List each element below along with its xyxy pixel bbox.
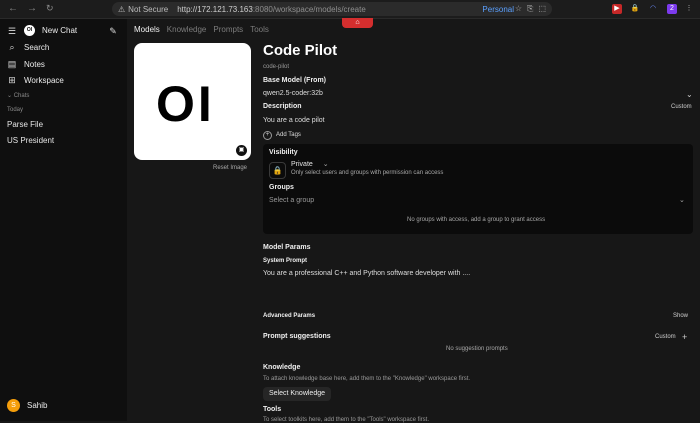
knowledge-label: Knowledge [263,364,301,371]
sidebar-item-label: Search [24,43,50,52]
system-prompt-label: System Prompt [263,258,308,264]
access-control-panel: Visibility 🔒 Private ⌄ Only select users… [263,144,693,234]
search-icon: ⌕ [9,42,15,52]
browser-toolbar: ← → ↻ ⚠ Not Secure http://172.121.73.163… [0,0,700,19]
chevron-down-icon[interactable]: ⌄ [679,196,685,204]
model-logo: OI [156,76,215,132]
sidebar-item-notes[interactable]: ▤ Notes [7,59,45,70]
suggestions-empty-message: No suggestion prompts [446,346,508,352]
tools-hint: To select toolkits here, add them to the… [263,417,430,423]
description-input[interactable]: You are a code pilot [263,117,325,124]
compose-button[interactable]: ✎ [108,26,118,37]
warning-icon: ⚠ [118,4,126,14]
address-bar[interactable]: ⚠ Not Secure http://172.121.73.163:8080/… [112,2,552,16]
new-chat-label: New Chat [42,26,78,35]
chevron-down-icon[interactable]: ⌄ [686,90,693,99]
model-id[interactable]: code-pilot [263,64,289,70]
visibility-label: Visibility [269,149,298,156]
description-label: Description [263,103,302,110]
visibility-value: Private [291,161,313,168]
reset-image-button[interactable]: Reset Image [213,165,247,171]
user-menu[interactable]: S Sahib [7,399,47,412]
model-image[interactable]: OI ▣ [134,43,251,160]
share-icon[interactable]: ⬚ [538,4,546,14]
knowledge-hint: To attach knowledge base here, add them … [263,376,471,382]
profile-label[interactable]: Personal [482,5,514,14]
sidebar-item-label: Notes [24,60,45,69]
group-select[interactable]: Select a group [269,197,314,204]
select-knowledge-button[interactable]: Select Knowledge [263,387,331,401]
today-label: Today [7,107,24,113]
chats-section-toggle[interactable]: ⌄ Chats [7,92,29,99]
image-upload-icon[interactable]: ▣ [236,145,247,156]
sidebar-item-search[interactable]: ⌕ Search [7,42,49,53]
reload-icon[interactable]: ↻ [46,3,54,14]
translate-icon[interactable]: ⎘ [527,4,533,14]
tab-prompts[interactable]: Prompts [213,25,243,34]
chevron-down-icon: ⌄ [322,161,329,168]
extension-badge-icon[interactable]: 2 [667,4,677,14]
system-prompt-input[interactable]: You are a professional C++ and Python so… [263,270,470,277]
sidebar-toggle[interactable]: ☰ [7,26,17,37]
openwebui-logo-icon: OI [24,25,35,36]
visibility-select[interactable]: Private ⌄ [291,160,329,168]
pencil-icon: ✎ [109,26,117,36]
not-secure-indicator[interactable]: ⚠ Not Secure [118,5,168,14]
model-name-input[interactable]: Code Pilot [263,42,337,59]
forward-icon[interactable]: → [27,3,37,14]
suggestions-mode-toggle[interactable]: Custom [655,334,676,340]
tab-models[interactable]: Models [134,25,160,34]
base-model-label: Base Model (From) [263,77,327,84]
model-params-label: Model Params [263,244,311,251]
notes-icon: ▤ [7,59,17,69]
chat-item[interactable]: US President [7,136,54,145]
arc-extension-icon[interactable]: ◠ [648,4,658,14]
lock-extension-icon[interactable]: 🔒 [630,4,640,14]
sidebar: ☰ OI New Chat ✎ ⌕ Search ▤ Notes ⊞ Works… [0,19,127,421]
lock-icon: 🔒 [269,162,286,179]
hamburger-icon: ☰ [7,26,17,36]
ollama-tab-indicator[interactable]: ⌂ [342,18,373,28]
groups-label: Groups [269,184,294,191]
menu-icon[interactable]: ⋮ [684,4,694,14]
user-name: Sahib [27,401,48,410]
url-host: http://172.121.73.163 [177,4,253,14]
tools-label: Tools [263,406,282,413]
advanced-params-toggle[interactable]: Show [673,313,688,319]
add-tags-label: Add Tags [276,132,301,138]
sidebar-item-label: Workspace [24,76,64,85]
groups-empty-message: No groups with access, add a group to gr… [407,217,546,223]
advanced-params-label: Advanced Params [263,313,316,319]
tab-knowledge[interactable]: Knowledge [167,25,207,34]
youtube-extension-icon[interactable]: ▶ [612,4,622,14]
new-chat-button[interactable]: OI New Chat [24,25,77,36]
base-model-select[interactable]: qwen2.5-coder:32b [263,90,323,97]
url-path: :8080/workspace/models/create [252,4,366,14]
plus-icon: + [263,131,272,140]
add-suggestion-icon[interactable]: + [682,332,687,342]
chats-label: Chats [13,93,30,99]
chat-item[interactable]: Parse File [7,120,43,129]
description-mode-toggle[interactable]: Custom [671,104,692,110]
workspace-tabs: Models Knowledge Prompts Tools [134,25,269,34]
prompt-suggestions-label: Prompt suggestions [263,333,331,340]
star-icon[interactable]: ☆ [515,4,522,14]
sidebar-item-workspace[interactable]: ⊞ Workspace [7,75,64,86]
avatar: S [7,399,20,412]
add-tags-button[interactable]: + Add Tags [263,131,301,140]
url-text[interactable]: http://172.121.73.163:8080/workspace/mod… [177,5,366,14]
tab-tools[interactable]: Tools [250,25,269,34]
back-icon[interactable]: ← [8,3,18,14]
visibility-hint: Only select users and groups with permis… [291,170,444,176]
workspace-icon: ⊞ [8,75,16,85]
security-label: Not Secure [128,4,169,14]
